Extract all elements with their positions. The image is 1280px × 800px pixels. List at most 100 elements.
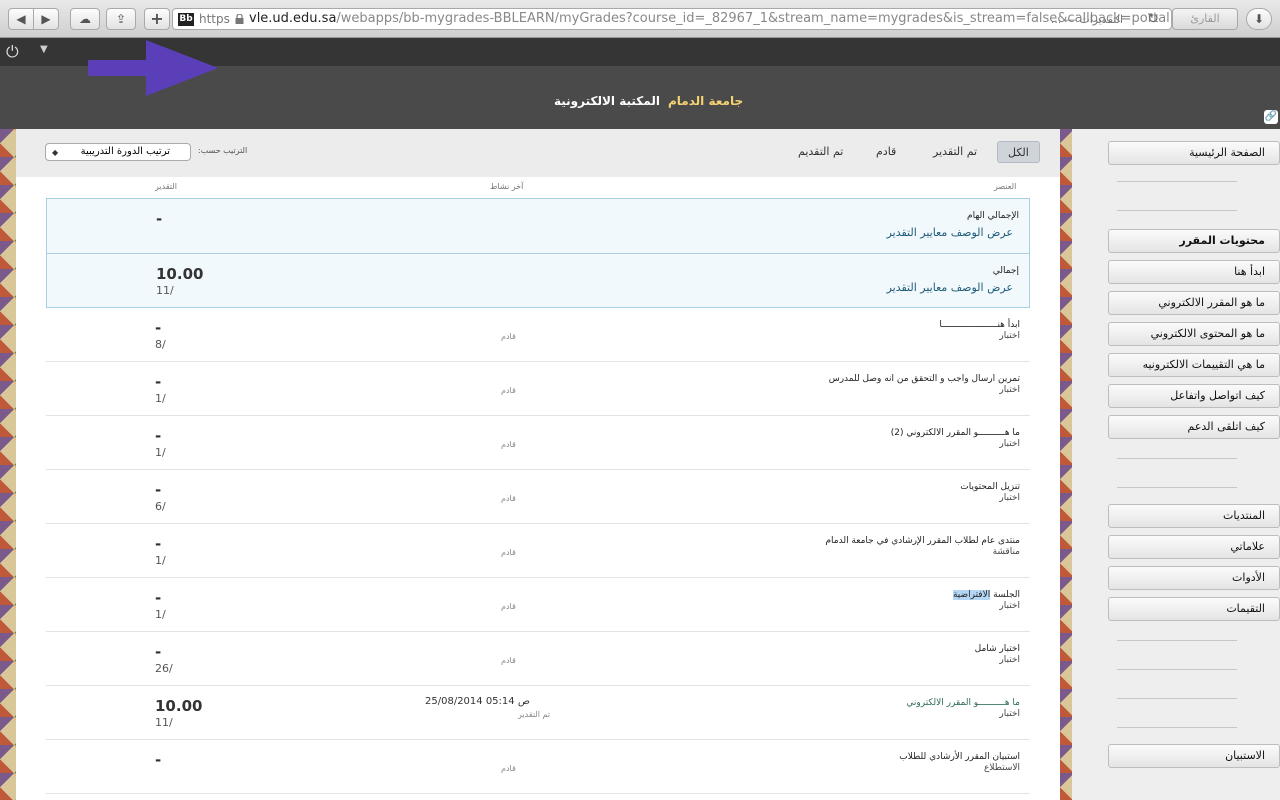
forward-icon: ▶ <box>41 12 51 26</box>
row-type: اختبار <box>999 709 1020 719</box>
table-row: ما هــــــــــو المقرر الالكتروني اختبار… <box>46 686 1030 740</box>
filter-submitted[interactable]: تم التقديم <box>788 141 853 163</box>
power-icon[interactable]: ⏻ <box>6 43 24 61</box>
chevron-down-icon[interactable]: ▼ <box>40 44 48 55</box>
cloud-icon: ☁ <box>79 12 91 26</box>
menu-course-content[interactable]: محتويات المقرر <box>1108 229 1280 253</box>
row-title[interactable]: تمرين ارسال واجب و التحقق من انه وصل للم… <box>829 374 1020 384</box>
url-path: /webapps/bb-mygrades-BBLEARN/myGrades?co… <box>336 11 1170 26</box>
row-title: الإجمالي الهام <box>967 211 1019 221</box>
page-title: التقديرات — ... <box>1050 13 1123 26</box>
row-title[interactable]: ابدأ هنـــــــــــــــــــــا <box>939 320 1020 330</box>
filter-all[interactable]: الكل <box>997 141 1040 163</box>
grade-max: 6/ <box>155 500 166 513</box>
menu-divider <box>1117 698 1237 699</box>
address-bar[interactable]: Bb https vle.ud.edu.sa/webapps/bb-mygrad… <box>172 8 1172 30</box>
menu-start-here[interactable]: ابدأ هنا <box>1108 260 1280 284</box>
grade-value: - <box>155 427 162 445</box>
row-title[interactable]: الجلسة الافتراضية <box>952 590 1020 600</box>
row-title[interactable]: ما هــــــــــو المقرر الالكتروني <box>906 698 1020 708</box>
back-icon: ◀ <box>16 12 26 26</box>
tab-university[interactable]: جامعة الدمام <box>668 94 743 108</box>
row-links[interactable]: عرض الوصف معايير التقدير <box>887 226 1013 239</box>
menu-support[interactable]: كيف اتلقى الدعم <box>1108 415 1280 439</box>
grade-max: 11/ <box>155 716 173 729</box>
row-links[interactable]: عرض الوصف معايير التقدير <box>887 281 1013 294</box>
filter-upcoming[interactable]: قادم <box>866 141 906 163</box>
menu-what-are-assessments[interactable]: ما هي التقييمات الالكترونيه <box>1108 353 1280 377</box>
menu-what-is-content[interactable]: ما هو المحتوى الالكتروني <box>1108 322 1280 346</box>
grade-value: 10.00 <box>155 697 203 715</box>
grades-table: الإجمالي الهام عرض الوصف معايير التقدير … <box>46 198 1030 794</box>
row-type: اختبار <box>999 601 1020 611</box>
row-type: اختبار <box>999 655 1020 665</box>
column-last-activity: آخر نشاط <box>490 182 524 191</box>
forward-button[interactable]: ▶ <box>33 8 59 30</box>
protocol-label: https <box>199 12 230 26</box>
row-title[interactable]: تنزيل المحتويات <box>960 482 1020 492</box>
reload-icon[interactable]: ↻ <box>1147 11 1159 27</box>
sort-select[interactable]: ترتيب الدورة التدريبية ◆ <box>45 143 191 161</box>
table-row: اختبار شامل اختبار قادم - 26/ <box>46 632 1030 686</box>
link-icon[interactable]: 🔗 <box>1264 110 1278 124</box>
grade-value: - <box>155 643 162 661</box>
row-title[interactable]: استبيان المقرر الأرشادي للطلاب <box>899 752 1020 762</box>
grade-max: 1/ <box>155 446 166 459</box>
table-row: تنزيل المحتويات اختبار قادم - 6/ <box>46 470 1030 524</box>
grade-max: 8/ <box>155 338 166 351</box>
arrow-annotation <box>88 40 218 96</box>
row-title[interactable]: ما هــــــــــو المقرر الالكتروني (2) <box>891 428 1020 438</box>
row-status: قادم <box>501 494 516 503</box>
filter-bar: ترتيب الدورة التدريبية ◆ الترتيب حسب: ال… <box>16 129 1060 177</box>
row-type: اختبار <box>999 331 1020 341</box>
menu-survey[interactable]: الاستبيان <box>1108 744 1280 768</box>
menu-assessments[interactable]: التقيمات <box>1108 597 1280 621</box>
grade-value: - <box>155 751 162 769</box>
grade-max: 1/ <box>155 392 166 405</box>
sort-label: الترتيب حسب: <box>198 146 248 155</box>
back-button[interactable]: ◀ <box>8 8 34 30</box>
table-row: الجلسة الافتراضية اختبار قادم - 1/ <box>46 578 1030 632</box>
download-button[interactable]: ⬇ <box>1246 8 1272 30</box>
row-title[interactable]: اختبار شامل <box>975 644 1020 654</box>
reader-button[interactable]: القارئ <box>1172 8 1238 30</box>
menu-tools[interactable]: الأدوات <box>1108 566 1280 590</box>
filter-graded[interactable]: تم التقدير <box>923 141 987 163</box>
row-type: اختبار <box>999 439 1020 449</box>
table-row: استبيان المقرر الأرشادي للطلاب الاستطلاع… <box>46 740 1030 794</box>
menu-communicate[interactable]: كيف اتواصل واتفاعل <box>1108 384 1280 408</box>
table-row: تمرين ارسال واجب و التحقق من انه وصل للم… <box>46 362 1030 416</box>
row-status: قادم <box>501 656 516 665</box>
grade-value: 10.00 <box>156 265 204 283</box>
grade-value: - <box>155 481 162 499</box>
row-status: تم التقدير <box>518 710 551 719</box>
table-row: منتدى عام لطلاب المقرر الإرشادي في جامعة… <box>46 524 1030 578</box>
row-status: قادم <box>501 764 516 773</box>
url-host: vle.ud.edu.sa <box>249 11 337 26</box>
row-type: الاستطلاع <box>983 763 1020 773</box>
download-icon: ⬇ <box>1253 12 1265 26</box>
menu-my-grades[interactable]: علاماتي <box>1108 535 1280 559</box>
menu-divider <box>1117 640 1237 641</box>
table-row: إجمالي عرض الوصف معايير التقدير 10.00 11… <box>46 253 1030 308</box>
selected-text: الافتراضية <box>952 590 991 600</box>
row-title[interactable]: منتدى عام لطلاب المقرر الإرشادي في جامعة… <box>825 536 1020 546</box>
menu-forums[interactable]: المنتديات <box>1108 504 1280 528</box>
row-status: قادم <box>501 548 516 557</box>
grade-value: - <box>156 210 163 228</box>
tab-library[interactable]: المكتبة الالكترونية <box>554 94 660 108</box>
grade-value: - <box>155 589 162 607</box>
grade-value: - <box>155 535 162 553</box>
menu-divider <box>1117 181 1237 182</box>
new-tab-button[interactable]: + <box>144 8 170 30</box>
menu-home[interactable]: الصفحة الرئيسية <box>1108 141 1280 165</box>
grade-value: - <box>155 373 162 391</box>
share-button[interactable]: ⇪ <box>106 8 136 30</box>
share-icon: ⇪ <box>115 12 127 26</box>
row-status: قادم <box>501 602 516 611</box>
menu-what-is-course[interactable]: ما هو المقرر الالكتروني <box>1108 291 1280 315</box>
icloud-tabs-button[interactable]: ☁ <box>70 8 100 30</box>
activity-date: 25/08/2014 05:14 ص <box>425 696 530 707</box>
menu-divider <box>1117 487 1237 488</box>
row-status: قادم <box>501 332 516 341</box>
